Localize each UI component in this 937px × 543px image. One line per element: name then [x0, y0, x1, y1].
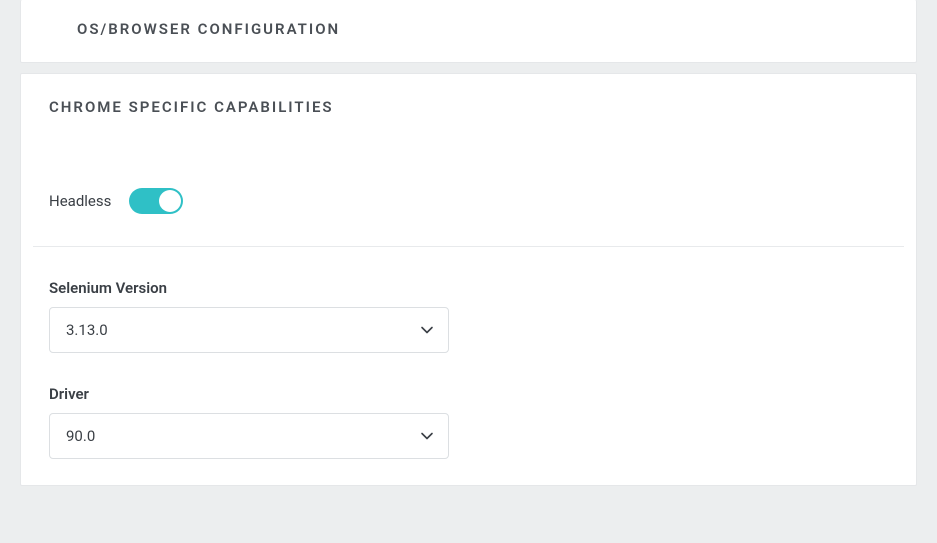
headless-label: Headless [49, 192, 111, 210]
chrome-capabilities-title: CHROME SPECIFIC CAPABILITIES [21, 98, 916, 116]
os-browser-panel: OS/BROWSER CONFIGURATION [20, 0, 917, 63]
toggle-knob [159, 190, 181, 212]
headless-row: Headless [21, 116, 916, 246]
driver-select[interactable]: 90.0 [49, 413, 449, 459]
headless-toggle[interactable] [129, 188, 183, 214]
os-browser-title: OS/BROWSER CONFIGURATION [49, 20, 888, 38]
selenium-version-label: Selenium Version [49, 279, 888, 297]
selenium-version-group: Selenium Version 3.13.0 [21, 247, 916, 353]
driver-select-wrap: 90.0 [49, 413, 449, 459]
selenium-version-select-wrap: 3.13.0 [49, 307, 449, 353]
selenium-version-select[interactable]: 3.13.0 [49, 307, 449, 353]
chrome-capabilities-panel: CHROME SPECIFIC CAPABILITIES Headless Se… [20, 73, 917, 486]
driver-label: Driver [49, 385, 888, 403]
driver-group: Driver 90.0 [21, 353, 916, 459]
